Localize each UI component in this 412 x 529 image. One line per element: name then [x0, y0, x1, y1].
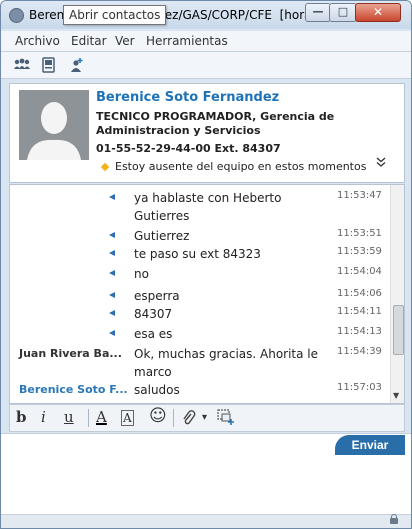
lock-icon — [390, 514, 398, 524]
message-time: 11:54:11 — [337, 306, 382, 317]
contact-card: Berenice Soto Fernandez TECNICO PROGRAMA… — [9, 83, 405, 183]
menu-bar: Archivo Editar Ver Herramientas — [1, 31, 411, 52]
highlight-button[interactable]: A — [121, 410, 134, 426]
message-text: 84307 — [134, 307, 173, 321]
avatar-placeholder-icon — [19, 90, 89, 160]
scroll-thumb[interactable] — [393, 305, 404, 355]
font-color-button[interactable]: A — [96, 408, 107, 426]
chat-window: Berenice Soto Fernandez/GAS/CORP/CFE [ho… — [0, 0, 412, 529]
message-time: 11:53:47 — [337, 190, 382, 201]
message-continuation-icon — [109, 232, 115, 238]
maximize-button[interactable]: □ — [329, 3, 357, 22]
message-text: te paso su ext 84323 — [134, 247, 261, 261]
screen-capture-icon[interactable] — [217, 409, 235, 427]
attach-dropdown-icon[interactable]: ▾ — [202, 412, 207, 423]
underline-button[interactable]: u — [64, 408, 74, 426]
format-toolbar: b i u A A ☺ ▾ — [9, 404, 405, 432]
contacts-icon[interactable] — [13, 57, 30, 73]
send-button[interactable]: Enviar — [335, 435, 405, 455]
message-continuation-icon — [109, 292, 115, 298]
message-text: esperra — [134, 289, 180, 303]
message-time: 11:53:59 — [337, 246, 382, 257]
separator — [173, 409, 174, 427]
message-text: no — [134, 267, 149, 281]
message-text: Gutierrez — [134, 229, 190, 243]
close-icon: ✕ — [372, 5, 384, 19]
tooltip: Abrir contactos — [63, 5, 167, 25]
status-message: Estoy ausente del equipo en estos moment… — [115, 160, 367, 173]
message-text: Ok, muchas gracias. Ahorita le marco — [134, 347, 319, 379]
message-input[interactable]: Enviar — [1, 433, 411, 514]
title-bar[interactable]: Berenice Soto Fernandez/GAS/CORP/CFE [ho… — [1, 1, 411, 29]
message-text: ya hablaste con Heberto Gutierres — [134, 191, 282, 223]
minimize-icon: — — [312, 5, 324, 18]
message-continuation-icon — [109, 194, 115, 200]
message-continuation-icon — [109, 330, 115, 336]
message-time: 11:54:06 — [337, 288, 382, 299]
message-text: saludos — [134, 383, 180, 397]
add-person-icon[interactable] — [68, 57, 85, 73]
away-status-icon — [100, 162, 110, 172]
italic-button[interactable]: i — [41, 408, 46, 426]
avatar — [19, 90, 89, 160]
menu-editar[interactable]: Editar — [71, 34, 107, 48]
chat-scrollbar[interactable]: ▼ — [390, 185, 404, 403]
scroll-down-icon[interactable]: ▼ — [393, 391, 399, 400]
message-continuation-icon — [109, 270, 115, 276]
contact-phone: 01-55-52-29-44-00 Ext. 84307 — [96, 142, 281, 155]
chat-transcript[interactable]: ya hablaste con Heberto Gutierres 11:53:4… — [9, 184, 405, 404]
app-icon — [9, 8, 24, 23]
contact-title: TECNICO PROGRAMADOR, Gerencia de Adminis… — [96, 110, 335, 137]
message-continuation-icon — [109, 310, 115, 316]
message-sender: Juan Rivera Ba... — [19, 347, 122, 360]
emoticon-button[interactable]: ☺ — [149, 406, 167, 426]
attachment-icon[interactable] — [182, 410, 196, 426]
toolbar — [1, 52, 411, 79]
message-continuation-icon — [109, 250, 115, 256]
separator — [88, 409, 89, 427]
maximize-icon: □ — [337, 5, 349, 18]
contact-card-icon[interactable] — [41, 57, 58, 73]
message-time: 11:57:03 — [337, 382, 382, 393]
message-time: 11:54:04 — [337, 266, 382, 277]
menu-ver[interactable]: Ver — [115, 34, 135, 48]
close-button[interactable]: ✕ — [355, 3, 401, 22]
message-sender: Berenice Soto F... — [19, 383, 128, 396]
message-time: 11:54:39 — [337, 346, 382, 357]
menu-herramientas[interactable]: Herramientas — [146, 34, 228, 48]
contact-name[interactable]: Berenice Soto Fernandez — [96, 90, 279, 105]
message-text: esa es — [134, 327, 173, 341]
minimize-button[interactable]: — — [305, 3, 331, 22]
message-time: 11:54:13 — [337, 326, 382, 337]
message-time: 11:53:51 — [337, 228, 382, 239]
bold-button[interactable]: b — [16, 408, 27, 426]
menu-archivo[interactable]: Archivo — [15, 34, 60, 48]
expand-chevron-icon[interactable] — [375, 156, 387, 172]
status-bar — [1, 514, 411, 528]
